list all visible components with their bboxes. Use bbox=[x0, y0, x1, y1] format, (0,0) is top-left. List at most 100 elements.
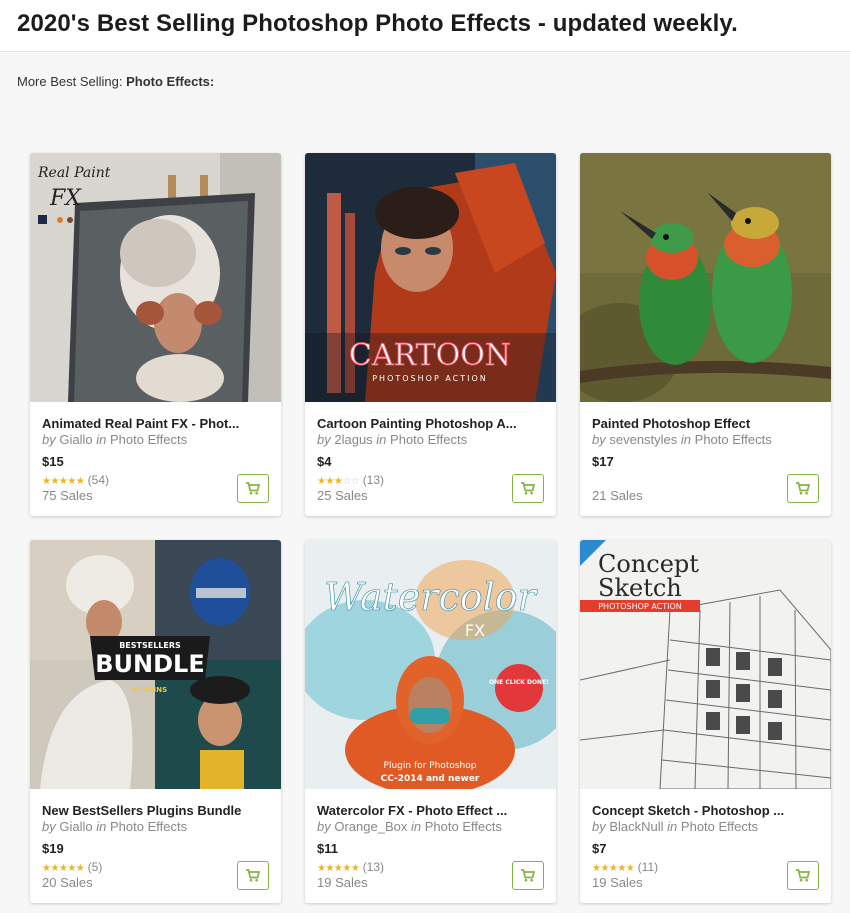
stars-on: ★★★★★ bbox=[42, 863, 85, 874]
star-rating: ★★★☆☆ bbox=[317, 476, 360, 487]
by-word: by bbox=[42, 432, 56, 447]
rating-count: (54) bbox=[87, 473, 110, 487]
product-byline: by 2lagus in Photo Effects bbox=[317, 432, 547, 447]
product-image-cartoon: CARTOON PHOTOSHOP ACTION bbox=[305, 153, 556, 402]
stars-on: ★★★★★ bbox=[42, 476, 85, 487]
add-to-cart-button[interactable] bbox=[512, 861, 544, 890]
category-link[interactable]: Photo Effects bbox=[425, 819, 502, 834]
rating-count: (11) bbox=[637, 860, 659, 874]
sales-count: 19 Sales bbox=[592, 875, 643, 890]
sales-count: 20 Sales bbox=[42, 875, 93, 890]
product-title[interactable]: Cartoon Painting Photoshop A... bbox=[317, 416, 547, 431]
star-rating: ★★★★★ bbox=[42, 863, 85, 874]
product-rating: ★★★★★ (11) bbox=[592, 860, 658, 874]
star-rating: ★★★★★ bbox=[317, 863, 360, 874]
product-thumbnail[interactable]: Concept Sketch PHOTOSHOP ACTION bbox=[580, 540, 831, 789]
category-link[interactable]: Photo Effects bbox=[110, 819, 187, 834]
product-price: $15 bbox=[42, 454, 64, 469]
image-text-line-2: FX bbox=[49, 186, 82, 211]
in-word: in bbox=[96, 432, 107, 447]
star-rating: ★★★★★ bbox=[592, 863, 635, 874]
in-word: in bbox=[680, 432, 692, 447]
product-image-concept-sketch: Concept Sketch PHOTOSHOP ACTION bbox=[580, 540, 831, 789]
rating-count: (5) bbox=[87, 860, 103, 874]
author-link[interactable]: Orange_Box bbox=[334, 819, 407, 834]
add-to-cart-button[interactable] bbox=[787, 474, 819, 503]
product-card[interactable]: CARTOON PHOTOSHOP ACTION Cartoon Paintin… bbox=[305, 153, 556, 516]
add-to-cart-button[interactable] bbox=[787, 861, 819, 890]
product-thumbnail[interactable]: ONE CLICK DONE! Watercolor FX Plugin for… bbox=[305, 540, 556, 789]
product-thumbnail[interactable]: BESTSELLERS BUNDLE PLUGINS bbox=[30, 540, 281, 789]
author-link[interactable]: BlackNull bbox=[609, 819, 663, 834]
category-link[interactable]: Photo Effects bbox=[681, 819, 758, 834]
category-link[interactable]: Photo Effects bbox=[695, 432, 772, 447]
product-byline: by BlackNull in Photo Effects bbox=[592, 819, 822, 834]
product-price: $11 bbox=[317, 841, 338, 856]
cart-icon bbox=[521, 869, 535, 882]
image-text-line-3: PLUGINS bbox=[133, 686, 167, 694]
product-rating: ★★★★★ (13) bbox=[317, 860, 384, 874]
sales-count: 25 Sales bbox=[317, 488, 368, 503]
sales-count: 21 Sales bbox=[592, 488, 643, 503]
in-word: in bbox=[96, 819, 107, 834]
image-text-line-3: Plugin for Photoshop bbox=[384, 761, 477, 771]
product-image-watercolor: ONE CLICK DONE! Watercolor FX Plugin for… bbox=[305, 540, 556, 789]
product-thumbnail[interactable] bbox=[580, 153, 831, 402]
rating-count: (13) bbox=[362, 860, 385, 874]
add-to-cart-button[interactable] bbox=[237, 474, 269, 503]
stars-on: ★★★★★ bbox=[317, 863, 360, 874]
in-word: in bbox=[376, 432, 387, 447]
author-link[interactable]: Giallo bbox=[59, 432, 92, 447]
image-text-line-2: BUNDLE bbox=[95, 650, 204, 678]
image-text-badge: ONE CLICK DONE! bbox=[489, 679, 549, 686]
product-rating: ★★★★★ (5) bbox=[42, 860, 102, 874]
stars-on: ★★★ bbox=[317, 476, 343, 487]
category-link[interactable]: Photo Effects bbox=[110, 432, 187, 447]
author-link[interactable]: Giallo bbox=[59, 819, 92, 834]
cart-icon bbox=[246, 482, 260, 495]
product-thumbnail[interactable]: Real Paint FX bbox=[30, 153, 281, 402]
product-image-bundle: BESTSELLERS BUNDLE PLUGINS bbox=[30, 540, 281, 789]
product-thumbnail[interactable]: CARTOON PHOTOSHOP ACTION bbox=[305, 153, 556, 402]
page-title: 2020's Best Selling Photoshop Photo Effe… bbox=[17, 10, 738, 37]
product-title[interactable]: Animated Real Paint FX - Phot... bbox=[42, 416, 272, 431]
image-text-line-4: CC-2014 and newer bbox=[381, 774, 480, 784]
image-text-line-2: FX bbox=[465, 621, 485, 640]
product-card[interactable]: Concept Sketch PHOTOSHOP ACTION Concept … bbox=[580, 540, 831, 903]
product-card[interactable]: ONE CLICK DONE! Watercolor FX Plugin for… bbox=[305, 540, 556, 903]
in-word: in bbox=[410, 819, 422, 834]
author-link[interactable]: 2lagus bbox=[334, 432, 372, 447]
product-title[interactable]: Concept Sketch - Photoshop ... bbox=[592, 803, 822, 818]
product-price: $4 bbox=[317, 454, 332, 469]
product-byline: by Orange_Box in Photo Effects bbox=[317, 819, 547, 834]
product-rating: ★★★☆☆ (13) bbox=[317, 473, 384, 487]
add-to-cart-button[interactable] bbox=[512, 474, 544, 503]
product-card[interactable]: Painted Photoshop Effect by sevenstyles … bbox=[580, 153, 831, 516]
image-text-line-3: PHOTOSHOP ACTION bbox=[598, 602, 682, 611]
by-word: by bbox=[42, 819, 56, 834]
breadcrumb-category-link[interactable]: Photo Effects: bbox=[126, 74, 214, 89]
author-link[interactable]: sevenstyles bbox=[609, 432, 677, 447]
product-title[interactable]: Watercolor FX - Photo Effect ... bbox=[317, 803, 547, 818]
category-link[interactable]: Photo Effects bbox=[390, 432, 467, 447]
add-to-cart-button[interactable] bbox=[237, 861, 269, 890]
breadcrumb-prefix: More Best Selling: bbox=[17, 74, 123, 89]
by-word: by bbox=[317, 819, 331, 834]
image-text-line-1: BESTSELLERS bbox=[119, 641, 181, 650]
product-price: $19 bbox=[42, 841, 64, 856]
product-price: $7 bbox=[592, 841, 607, 856]
cart-icon bbox=[796, 482, 810, 495]
cart-icon bbox=[796, 869, 810, 882]
product-card[interactable]: BESTSELLERS BUNDLE PLUGINS New BestSelle… bbox=[30, 540, 281, 903]
cart-icon bbox=[521, 482, 535, 495]
product-image-real-paint: Real Paint FX bbox=[30, 153, 281, 402]
stars-on: ★★★★★ bbox=[592, 863, 635, 874]
image-text-line-1: Real Paint bbox=[37, 165, 111, 181]
top-bar: 2020's Best Selling Photoshop Photo Effe… bbox=[0, 0, 850, 52]
product-title[interactable]: New BestSellers Plugins Bundle bbox=[42, 803, 272, 818]
stars-off: ☆☆ bbox=[342, 476, 360, 487]
product-card[interactable]: Real Paint FX Animated Real Paint FX - P… bbox=[30, 153, 281, 516]
by-word: by bbox=[592, 432, 606, 447]
product-rating: ★★★★★ (54) bbox=[42, 473, 109, 487]
product-title[interactable]: Painted Photoshop Effect bbox=[592, 416, 822, 431]
